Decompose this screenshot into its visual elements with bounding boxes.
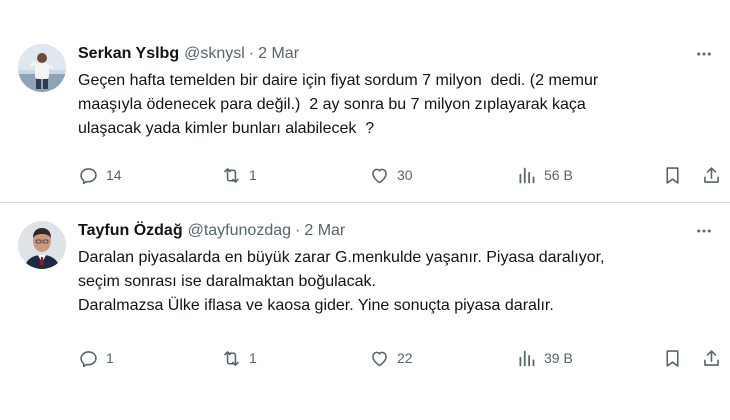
author-name[interactable]: Tayfun Özdağ [78, 222, 183, 240]
share-button[interactable] [701, 165, 722, 186]
retweet-count: 1 [249, 167, 257, 183]
views-button[interactable]: 39 B [516, 348, 573, 369]
reply-count: 1 [106, 350, 114, 366]
like-button[interactable]: 22 [369, 348, 413, 369]
tweet-content: Serkan Yslbg @sknysl · 2 Mar Geçen hafta… [78, 44, 719, 184]
views-icon [516, 348, 537, 369]
like-button[interactable]: 30 [369, 165, 413, 186]
more-icon[interactable] [694, 44, 714, 64]
share-icon [701, 165, 722, 186]
retweet-icon [221, 165, 242, 186]
bookmark-icon [662, 165, 683, 186]
reply-icon [78, 348, 99, 369]
tweet-header: Tayfun Özdağ @tayfunozdag · 2 Mar [78, 221, 714, 241]
share-icon [701, 348, 722, 369]
tweet-actions: 14 1 30 56 B [78, 163, 719, 187]
reply-button[interactable]: 14 [78, 165, 122, 186]
bookmark-icon [662, 348, 683, 369]
like-count: 30 [397, 167, 413, 183]
author-handle[interactable]: @tayfunozdag [188, 222, 291, 240]
retweet-button[interactable]: 1 [221, 165, 257, 186]
avatar[interactable] [18, 221, 66, 269]
tweet-date[interactable]: 2 Mar [304, 222, 345, 240]
retweet-icon [221, 348, 242, 369]
tweet-actions: 1 1 22 39 B [78, 346, 719, 370]
separator-dot: · [295, 222, 301, 239]
retweet-button[interactable]: 1 [221, 348, 257, 369]
tweet-text: Geçen hafta temelden bir daire için fiya… [78, 72, 599, 137]
tweet-content: Tayfun Özdağ @tayfunozdag · 2 Mar Darala… [78, 221, 719, 367]
reply-count: 14 [106, 167, 122, 183]
more-icon[interactable] [694, 221, 714, 241]
avatar[interactable] [18, 44, 66, 92]
bookmark-button[interactable] [662, 165, 683, 186]
views-icon [516, 165, 537, 186]
tweet[interactable]: Serkan Yslbg @sknysl · 2 Mar Geçen hafta… [0, 0, 730, 203]
views-count: 39 B [544, 350, 573, 366]
reply-icon [78, 165, 99, 186]
author-name[interactable]: Serkan Yslbg [78, 45, 179, 63]
tweet-text: Daralan piyasalarda en büyük zarar G.men… [78, 249, 605, 314]
heart-icon [369, 165, 390, 186]
bookmark-button[interactable] [662, 348, 683, 369]
tweet-date[interactable]: 2 Mar [258, 45, 299, 63]
views-count: 56 B [544, 167, 573, 183]
like-count: 22 [397, 350, 413, 366]
views-button[interactable]: 56 B [516, 165, 573, 186]
tweet[interactable]: Tayfun Özdağ @tayfunozdag · 2 Mar Darala… [0, 203, 730, 420]
share-button[interactable] [701, 348, 722, 369]
tweet-header: Serkan Yslbg @sknysl · 2 Mar [78, 44, 714, 64]
separator-dot: · [248, 45, 255, 62]
reply-button[interactable]: 1 [78, 348, 114, 369]
retweet-count: 1 [249, 350, 257, 366]
heart-icon [369, 348, 390, 369]
author-handle[interactable]: @sknysl [184, 45, 245, 63]
